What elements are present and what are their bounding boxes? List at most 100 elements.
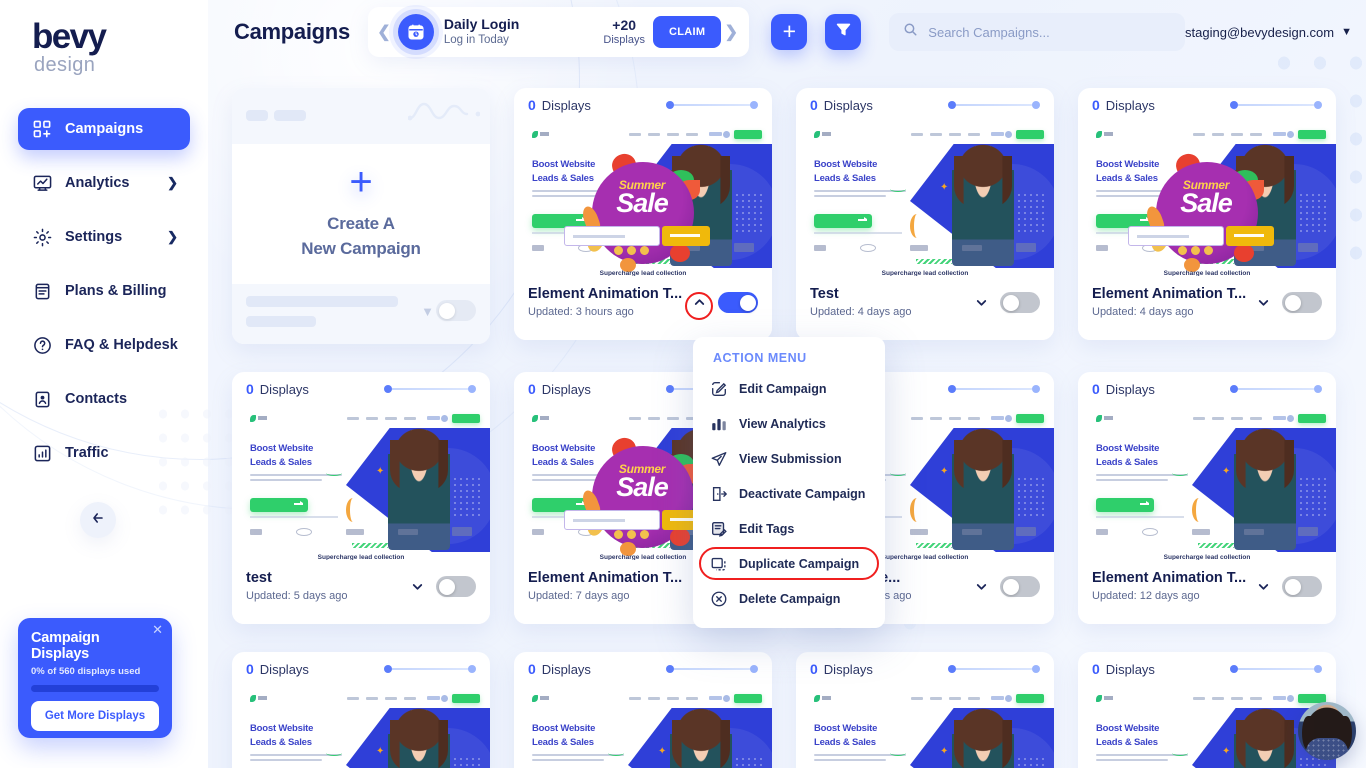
action-menu-item-view-analytics[interactable]: View Analytics <box>693 406 885 441</box>
thumb-logo-text <box>540 132 549 136</box>
sidebar-item-analytics[interactable]: Analytics ❯ <box>18 162 190 204</box>
chevron-right-icon: ❯ <box>167 175 178 190</box>
display-label: Displays <box>541 661 591 677</box>
account-menu[interactable]: staging@bevydesign.com ▼ <box>1185 25 1352 40</box>
campaign-card[interactable]: 0 Displays Boost WebsiteLe <box>796 652 1054 768</box>
thumb-avatar <box>1005 695 1012 702</box>
campaign-progress-slider[interactable] <box>384 665 476 673</box>
campaign-progress-slider[interactable] <box>1230 385 1322 393</box>
campaign-card[interactable]: 0 Displays Boost WebsiteLe <box>1078 372 1336 624</box>
action-menu-item-view-submission[interactable]: View Submission <box>693 441 885 476</box>
thumb-avatar-label <box>1273 696 1286 700</box>
action-menu-item-edit-campaign[interactable]: Edit Campaign <box>693 371 885 406</box>
campaign-card[interactable]: 0 Displays Boost WebsiteLe <box>1078 88 1336 340</box>
sidebar-item-contacts[interactable]: Contacts <box>18 378 190 420</box>
slider-start-dot <box>666 665 674 673</box>
campaign-menu-toggle[interactable] <box>970 579 992 594</box>
campaign-card[interactable]: 0 Displays Boost WebsiteLe <box>796 88 1054 340</box>
campaign-thumbnail: Boost WebsiteLeads & Sales ✦ Supercharge… <box>232 688 490 768</box>
thumb-headline: Boost WebsiteLeads & Sales <box>1096 723 1160 748</box>
campaign-menu-toggle[interactable] <box>1252 579 1274 594</box>
action-menu-item-delete-campaign[interactable]: Delete Campaign <box>693 581 885 616</box>
campaign-active-toggle[interactable] <box>1000 292 1040 313</box>
campaign-active-toggle[interactable] <box>1000 576 1040 597</box>
campaign-updated: Updated: 3 hours ago <box>528 306 634 318</box>
display-count: 0 <box>528 661 536 677</box>
campaign-menu-toggle[interactable] <box>970 295 992 310</box>
chevron-left-icon[interactable]: ❮ <box>374 22 394 42</box>
campaign-active-toggle[interactable] <box>436 576 476 597</box>
thumb-logo-icon <box>814 131 820 138</box>
filter-button[interactable] <box>825 14 862 50</box>
thumb-paragraph <box>1096 754 1188 764</box>
thumb-avatar-label <box>709 132 722 136</box>
page-title: Campaigns <box>234 19 350 44</box>
campaign-progress-slider[interactable] <box>666 665 758 673</box>
campaign-progress-slider[interactable] <box>1230 101 1322 109</box>
daily-login-widget: ❮ Daily Login Log in Today +20 Displays … <box>367 7 750 57</box>
display-count: 0 <box>810 97 818 113</box>
thumb-zigzag-decoration <box>916 259 952 264</box>
sidebar-item-traffic[interactable]: Traffic <box>18 432 190 474</box>
campaign-card[interactable]: 0 Displays Boost WebsiteLe <box>232 372 490 624</box>
claim-button[interactable]: CLAIM <box>652 16 722 48</box>
get-more-displays-button[interactable]: Get More Displays <box>31 701 159 731</box>
thumb-logo-text <box>1104 132 1113 136</box>
campaign-menu-toggle[interactable] <box>406 579 428 594</box>
close-icon[interactable]: ✕ <box>152 623 163 636</box>
thumb-microcopy <box>814 232 902 234</box>
campaign-active-toggle[interactable] <box>1282 292 1322 313</box>
create-new-campaign-card[interactable]: + Create A New Campaign ▼ <box>232 88 490 344</box>
thumb-sparkle-icon: ✦ <box>1222 466 1231 477</box>
create-card-body: + Create A New Campaign <box>232 144 490 284</box>
campaign-card[interactable]: 0 Displays Boost WebsiteLe <box>1078 652 1336 768</box>
thumb-navbar <box>814 130 1048 140</box>
sidebar-item-settings[interactable]: Settings ❯ <box>18 216 190 258</box>
chevron-right-icon[interactable]: ❯ <box>721 22 741 42</box>
campaign-card-footer: Element Animation T... Updated: 4 days a… <box>1078 278 1336 340</box>
thumb-avatar-label <box>1273 132 1286 136</box>
campaign-active-toggle[interactable] <box>1282 576 1322 597</box>
sidebar-item-faq-helpdesk[interactable]: FAQ & Helpdesk <box>18 324 190 366</box>
campaign-card[interactable]: 0 Displays Boost WebsiteLe <box>514 652 772 768</box>
thumb-get-started-button <box>1096 498 1154 512</box>
display-label: Displays <box>541 381 591 397</box>
campaign-progress-slider[interactable] <box>948 385 1040 393</box>
campaign-active-toggle[interactable] <box>718 292 758 313</box>
support-chat-avatar[interactable] <box>1298 702 1356 760</box>
thumb-person-hair <box>1236 720 1294 768</box>
action-menu-item-label: Deactivate Campaign <box>739 486 866 501</box>
action-menu-item-duplicate-campaign[interactable]: Duplicate Campaign <box>693 546 885 581</box>
campaign-progress-slider[interactable] <box>948 101 1040 109</box>
campaign-card[interactable]: 0 Displays Boost WebsiteLe <box>514 88 772 340</box>
thumb-logo-text <box>1104 416 1113 420</box>
action-menu-item-deactivate-campaign[interactable]: Deactivate Campaign <box>693 476 885 511</box>
action-menu-item-edit-tags[interactable]: Edit Tags <box>693 511 885 546</box>
slider-track <box>674 103 750 107</box>
slider-end-dot <box>1314 101 1322 109</box>
daily-login-text: Daily Login Log in Today <box>444 16 604 47</box>
campaign-progress-slider[interactable] <box>384 385 476 393</box>
action-menu: ACTION MENU Edit Campaign View Analytics <box>693 337 885 628</box>
thumb-swirl-decoration <box>890 750 906 756</box>
sidebar-item-campaigns[interactable]: Campaigns <box>18 108 190 150</box>
brand-logo[interactable]: bevy design <box>32 19 107 75</box>
slider-track <box>956 103 1032 107</box>
thumb-headline: Boost WebsiteLeads & Sales <box>250 723 314 748</box>
campaign-card[interactable]: 0 Displays Boost WebsiteLe <box>232 652 490 768</box>
display-label: Displays <box>1105 661 1155 677</box>
campaign-menu-toggle-open[interactable] <box>685 292 713 320</box>
daily-login-title: Daily Login <box>443 16 520 33</box>
x-circle-icon <box>707 590 731 608</box>
campaign-card-header: 0 Displays <box>1078 652 1336 686</box>
campaign-progress-slider[interactable] <box>948 665 1040 673</box>
thumb-person-hair <box>1236 440 1294 492</box>
campaign-progress-slider[interactable] <box>666 101 758 109</box>
add-campaign-button[interactable]: + <box>771 14 808 50</box>
search-input[interactable] <box>928 24 1172 40</box>
campaign-menu-toggle[interactable] <box>1252 295 1274 310</box>
search-box[interactable] <box>889 13 1186 51</box>
sidebar-item-plans-billing[interactable]: Plans & Billing <box>18 270 190 312</box>
campaign-progress-slider[interactable] <box>1230 665 1322 673</box>
sidebar-collapse-button[interactable] <box>80 502 116 538</box>
